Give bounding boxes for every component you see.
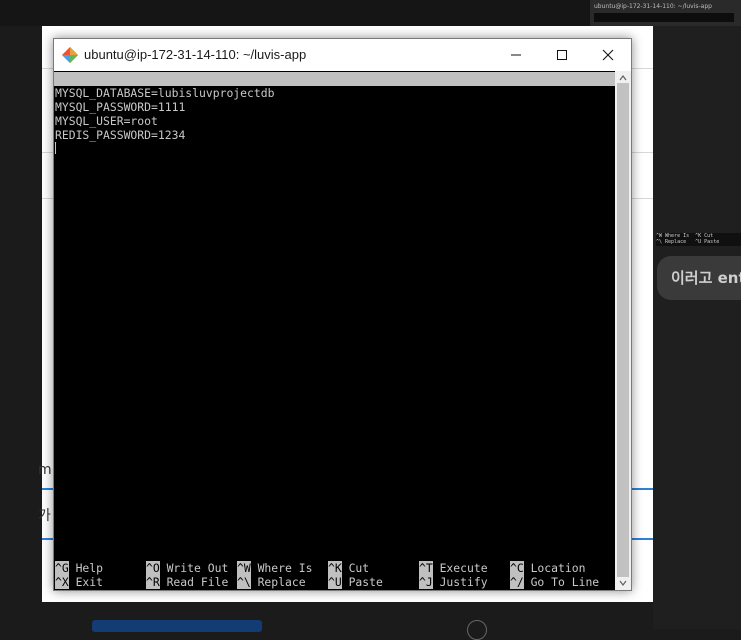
background-mini-window-title: ubuntu@ip-172-31-14-110: ~/luvis-app <box>594 3 712 10</box>
vertical-scrollbar[interactable] <box>615 71 631 590</box>
shortcut-key: ^T <box>419 561 433 575</box>
shortcut-label: Where Is <box>257 561 313 575</box>
minimize-button[interactable] <box>493 39 539 71</box>
shortcut-exit: ^X Exit <box>55 575 103 589</box>
shortcut-go-to-line: ^/ Go To Line <box>510 575 599 589</box>
shortcut-where-is: ^W Where Is <box>237 561 312 575</box>
file-line[interactable]: REDIS_PASSWORD=1234 <box>55 128 185 142</box>
maximize-button[interactable] <box>539 39 585 71</box>
minimize-icon <box>511 54 521 56</box>
shortcut-paste: ^U Paste <box>328 575 383 589</box>
shortcut-help: ^G Help <box>55 561 103 575</box>
background-right-pane <box>653 26 741 629</box>
shortcut-label: Read File <box>166 575 229 589</box>
file-line[interactable]: MYSQL_PASSWORD=1111 <box>55 100 185 114</box>
scroll-down-icon[interactable] <box>618 578 628 588</box>
background-circle-icon[interactable] <box>467 620 487 640</box>
shortcut-key: ^O <box>146 561 160 575</box>
shortcut-label: Replace <box>257 575 306 589</box>
file-line[interactable]: MYSQL_DATABASE=lubisluvprojectdb <box>55 86 274 100</box>
shortcut-label: Exit <box>75 575 104 589</box>
scroll-up-icon[interactable] <box>618 73 628 83</box>
terminal-window[interactable]: ubuntu@ip-172-31-14-110: ~/luvis-app GNU… <box>53 38 632 591</box>
shortcut-label: Cut <box>348 561 370 575</box>
nano-filename: .env * <box>335 100 377 114</box>
text-cursor <box>55 142 56 154</box>
shortcut-key: ^J <box>419 575 433 589</box>
nano-header-bar: GNU nano 7.2 .env * <box>54 72 615 114</box>
shortcut-key: ^X <box>55 575 69 589</box>
terminal-content[interactable]: GNU nano 7.2 .env * MYSQL_DATABASE=lubis… <box>54 71 615 590</box>
shortcut-label: Justify <box>439 575 488 589</box>
shortcut-read-file: ^R Read File <box>146 575 228 589</box>
shortcut-key: ^U <box>328 575 342 589</box>
close-button[interactable] <box>585 39 631 71</box>
shortcut-label: Write Out <box>166 561 229 575</box>
shortcut-cut: ^K Cut <box>328 561 369 575</box>
shortcut-key: ^K <box>328 561 342 575</box>
background-chat-bubble: 이러고 ent <box>657 256 741 300</box>
shortcut-label: Execute <box>439 561 488 575</box>
background-mini-window-content <box>594 13 734 22</box>
close-icon <box>602 49 614 61</box>
shortcut-replace: ^\ Replace <box>237 575 306 589</box>
shortcut-key: ^G <box>55 561 69 575</box>
shortcut-key: ^C <box>510 561 524 575</box>
file-line[interactable]: MYSQL_USER=root <box>55 114 158 128</box>
shortcut-label: Location <box>530 561 586 575</box>
shortcut-label: Go To Line <box>530 575 600 589</box>
background-text-fragment: m <box>38 462 52 478</box>
background-text-fragment: 가 <box>38 508 51 524</box>
background-mini-shortcuts: ^W Where Is ^K Cut ^\ Replace ^U Paste <box>656 233 741 246</box>
shortcut-key: ^R <box>146 575 160 589</box>
shortcut-key: ^W <box>237 561 251 575</box>
shortcut-justify: ^J Justify <box>419 575 488 589</box>
shortcut-execute: ^T Execute <box>419 561 488 575</box>
background-button[interactable] <box>92 620 262 632</box>
shortcut-key: ^\ <box>237 575 251 589</box>
shortcut-write-out: ^O Write Out <box>146 561 228 575</box>
shortcut-label: Paste <box>348 575 383 589</box>
window-title: ubuntu@ip-172-31-14-110: ~/luvis-app <box>84 47 307 62</box>
shortcut-label: Help <box>75 561 104 575</box>
scrollbar-thumb[interactable] <box>617 83 629 577</box>
title-bar[interactable]: ubuntu@ip-172-31-14-110: ~/luvis-app <box>54 39 631 71</box>
shortcut-key: ^/ <box>510 575 524 589</box>
maximize-icon <box>557 50 567 60</box>
git-bash-diamond-icon <box>62 47 78 63</box>
shortcut-location: ^C Location <box>510 561 585 575</box>
